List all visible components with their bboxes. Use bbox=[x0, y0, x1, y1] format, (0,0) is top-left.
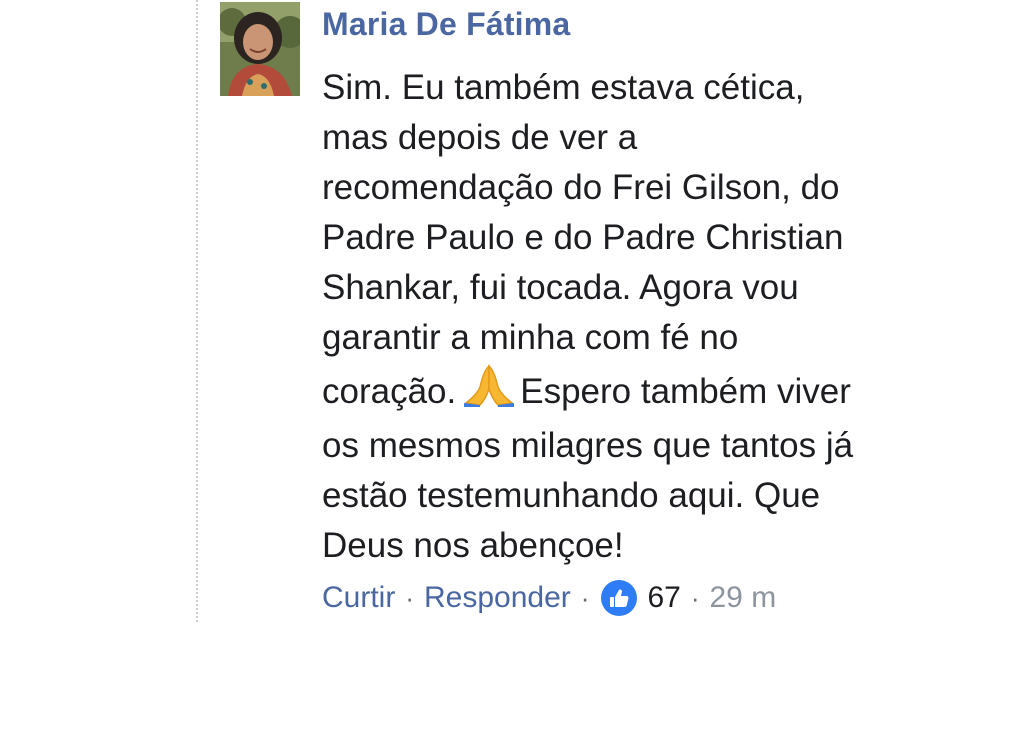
reaction-count[interactable]: 67 bbox=[647, 581, 680, 615]
comment-line: mas depois de ver a bbox=[322, 118, 638, 157]
comment-line: garantir a minha com fé no bbox=[322, 318, 739, 357]
thread-connector-line bbox=[196, 0, 198, 622]
separator-dot: · bbox=[690, 582, 700, 613]
author-avatar[interactable] bbox=[220, 2, 300, 96]
folded-hands-emoji-icon bbox=[462, 363, 516, 421]
comment-line: estão testemunhando aqui. Que bbox=[322, 476, 821, 515]
thumbs-up-icon[interactable] bbox=[601, 580, 638, 616]
comment-line: Deus nos abençoe! bbox=[322, 526, 624, 565]
comment-line-with-emoji: coração. Espero também viver bbox=[322, 363, 922, 421]
comment-actions-bar: Curtir · Responder · 67 · 29 m bbox=[322, 578, 776, 618]
comment-text: Sim. Eu também estava cética, mas depois… bbox=[322, 63, 922, 571]
separator-dot: · bbox=[405, 582, 415, 613]
comment-timestamp[interactable]: 29 m bbox=[710, 581, 777, 615]
comment-text-fragment: Espero também viver bbox=[520, 372, 851, 411]
comment-line: Shankar, fui tocada. Agora vou bbox=[322, 268, 799, 307]
separator-dot: · bbox=[580, 582, 590, 613]
comment-text-fragment: coração. bbox=[322, 372, 457, 411]
avatar-photo-icon bbox=[220, 2, 300, 96]
comment-line: Sim. Eu também estava cética, bbox=[322, 68, 805, 107]
comment-line: Padre Paulo e do Padre Christian bbox=[322, 218, 844, 257]
reply-link[interactable]: Responder bbox=[424, 581, 571, 615]
comment-author-name[interactable]: Maria De Fátima bbox=[322, 6, 570, 43]
comment-line: recomendação do Frei Gilson, do bbox=[322, 168, 840, 207]
like-link[interactable]: Curtir bbox=[322, 581, 395, 615]
comment-line: os mesmos milagres que tantos já bbox=[322, 426, 854, 465]
